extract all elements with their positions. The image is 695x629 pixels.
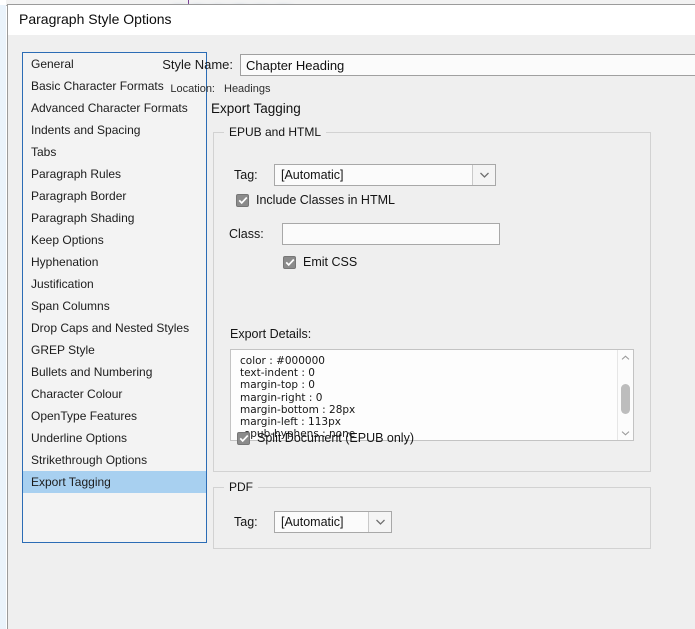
export-details-listbox[interactable]: color : #000000 text-indent : 0 margin-top… [230, 349, 634, 441]
include-classes-label: Include Classes in HTML [256, 193, 395, 207]
dialog-titlebar: Paragraph Style Options [8, 5, 695, 35]
sidebar-item-hyphenation[interactable]: Hyphenation [23, 251, 206, 273]
sidebar-item-keep-options[interactable]: Keep Options [23, 229, 206, 251]
sidebar-item-paragraph-shading[interactable]: Paragraph Shading [23, 207, 206, 229]
background-window-left-edge [0, 5, 6, 629]
epub-tag-label: Tag: [234, 168, 258, 182]
sidebar-item-opentype-features[interactable]: OpenType Features [23, 405, 206, 427]
emit-css-checkbox[interactable]: Emit CSS [283, 255, 357, 269]
export-detail-line: margin-bottom : 28px [240, 403, 356, 416]
sidebar-item-grep-style[interactable]: GREP Style [23, 339, 206, 361]
include-classes-checkbox[interactable]: Include Classes in HTML [236, 193, 395, 207]
pdf-group: PDF Tag: [Automatic] [213, 480, 651, 549]
export-details-content: color : #000000 text-indent : 0 margin-top… [231, 350, 617, 440]
epub-tag-select[interactable]: [Automatic] [274, 164, 496, 186]
sidebar-item-paragraph-rules[interactable]: Paragraph Rules [23, 163, 206, 185]
sidebar-item-export-tagging[interactable]: Export Tagging [23, 471, 206, 493]
paragraph-style-options-dialog: Paragraph Style Options General Basic Cha… [7, 4, 695, 629]
emit-css-label: Emit CSS [303, 255, 358, 269]
sidebar-item-strikethrough-options[interactable]: Strikethrough Options [23, 449, 206, 471]
checkmark-icon [236, 193, 249, 207]
style-name-row: Style Name: [8, 54, 695, 76]
export-detail-line: margin-right : 0 [240, 391, 323, 404]
sidebar-item-drop-caps-and-nested-styles[interactable]: Drop Caps and Nested Styles [23, 317, 206, 339]
sidebar-item-bullets-and-numbering[interactable]: Bullets and Numbering [23, 361, 206, 383]
location-label: Location: [170, 83, 215, 95]
class-input[interactable] [282, 223, 500, 245]
chevron-down-icon[interactable] [368, 512, 391, 532]
pdf-tag-select[interactable]: [Automatic] [274, 511, 392, 533]
export-details-label: Export Details: [230, 327, 312, 341]
page-title: Export Tagging [211, 101, 301, 116]
split-document-label: Split Document (EPUB only) [257, 431, 415, 445]
pdf-tag-select-value: [Automatic] [281, 515, 344, 529]
checkmark-icon [237, 431, 250, 445]
sidebar-item-tabs[interactable]: Tabs [23, 141, 206, 163]
sidebar-item-justification[interactable]: Justification [23, 273, 206, 295]
checkmark-icon [283, 255, 296, 269]
export-detail-line: color : #000000 [240, 355, 325, 367]
scrollbar-thumb[interactable] [621, 384, 630, 414]
epub-group-legend: EPUB and HTML [224, 125, 327, 139]
dialog-body: General Basic Character Formats Advanced C… [8, 35, 695, 629]
style-name-input[interactable] [240, 54, 695, 76]
sidebar-item-advanced-character-formats[interactable]: Advanced Character Formats [23, 97, 206, 119]
scroll-down-arrow-icon[interactable] [618, 425, 633, 440]
sidebar-item-character-colour[interactable]: Character Colour [23, 383, 206, 405]
sidebar-item-underline-options[interactable]: Underline Options [23, 427, 206, 449]
sidebar-item-paragraph-border[interactable]: Paragraph Border [23, 185, 206, 207]
export-details-scrollbar[interactable] [617, 350, 633, 440]
location-row: Location: Headings [8, 83, 695, 97]
epub-tag-select-value: [Automatic] [281, 168, 344, 182]
chevron-down-icon[interactable] [472, 165, 495, 185]
class-label: Class: [229, 227, 264, 241]
pdf-tag-label: Tag: [234, 515, 258, 529]
export-detail-line: margin-left : 113px [240, 416, 341, 429]
split-document-checkbox[interactable]: Split Document (EPUB only) [237, 431, 414, 445]
dialog-title: Paragraph Style Options [19, 11, 172, 27]
sidebar-item-indents-and-spacing[interactable]: Indents and Spacing [23, 119, 206, 141]
export-detail-line: margin-top : 0 [240, 379, 315, 392]
pdf-group-legend: PDF [224, 480, 258, 494]
sidebar-item-span-columns[interactable]: Span Columns [23, 295, 206, 317]
epub-and-html-group: EPUB and HTML Tag: [Automatic] Include C… [213, 125, 651, 472]
scroll-up-arrow-icon[interactable] [618, 350, 633, 365]
export-detail-line: text-indent : 0 [240, 367, 315, 380]
style-name-label: Style Name: [162, 57, 233, 72]
location-value: Headings [224, 83, 271, 95]
category-list[interactable]: General Basic Character Formats Advanced C… [22, 52, 207, 543]
